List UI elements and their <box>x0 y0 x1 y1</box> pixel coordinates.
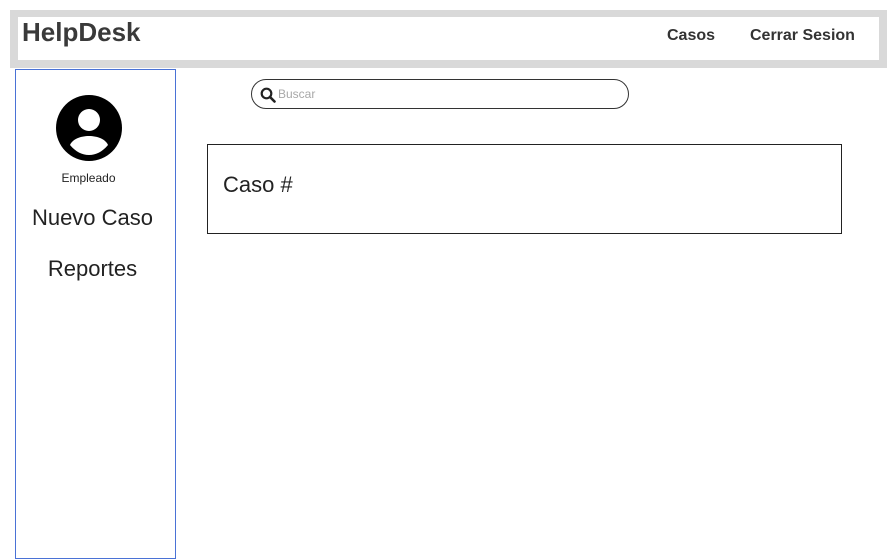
sidebar-item-nuevo-caso[interactable]: Nuevo Caso <box>16 205 169 231</box>
sidebar-item-reportes[interactable]: Reportes <box>16 256 169 282</box>
top-header: HelpDesk Casos Cerrar Sesion <box>18 17 879 60</box>
window-top-edge <box>0 0 887 10</box>
search-bar[interactable] <box>251 79 629 109</box>
sidebar: Empleado Nuevo Caso Reportes <box>15 69 176 559</box>
user-role-label: Empleado <box>61 171 116 185</box>
search-icon[interactable] <box>260 87 276 103</box>
search-input[interactable] <box>278 85 608 103</box>
user-avatar-icon <box>56 95 122 161</box>
case-card[interactable]: Caso # <box>207 144 842 234</box>
case-title: Caso # <box>223 172 293 197</box>
brand-logo-text[interactable]: HelpDesk <box>22 17 141 47</box>
nav-casos-link[interactable]: Casos <box>667 26 715 46</box>
nav-logout-link[interactable]: Cerrar Sesion <box>750 26 855 46</box>
